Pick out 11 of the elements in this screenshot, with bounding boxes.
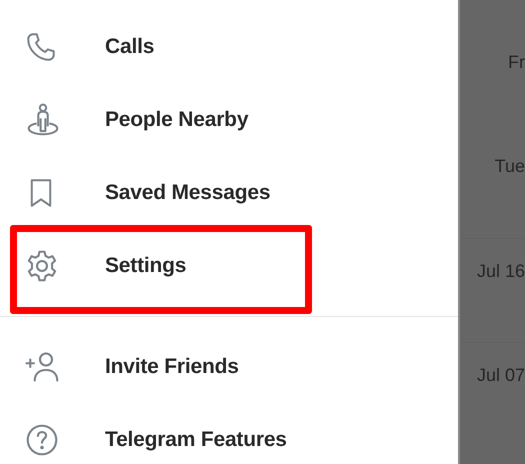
menu-item[interactable]: Saved Messages bbox=[0, 156, 458, 229]
chat-date: Tue bbox=[494, 156, 525, 176]
menu-item[interactable]: Calls bbox=[0, 10, 458, 83]
help-icon bbox=[24, 422, 60, 458]
menu-item[interactable]: Telegram Features bbox=[0, 403, 458, 464]
chat-date: Jul 16 bbox=[476, 261, 525, 281]
menu-item[interactable]: Settings bbox=[0, 229, 458, 302]
chat-date: Jul 07 bbox=[476, 365, 525, 385]
menu-item[interactable]: People Nearby bbox=[0, 83, 458, 156]
chat-date: Fr bbox=[508, 52, 525, 72]
menu-item[interactable]: Invite Friends bbox=[0, 330, 458, 403]
